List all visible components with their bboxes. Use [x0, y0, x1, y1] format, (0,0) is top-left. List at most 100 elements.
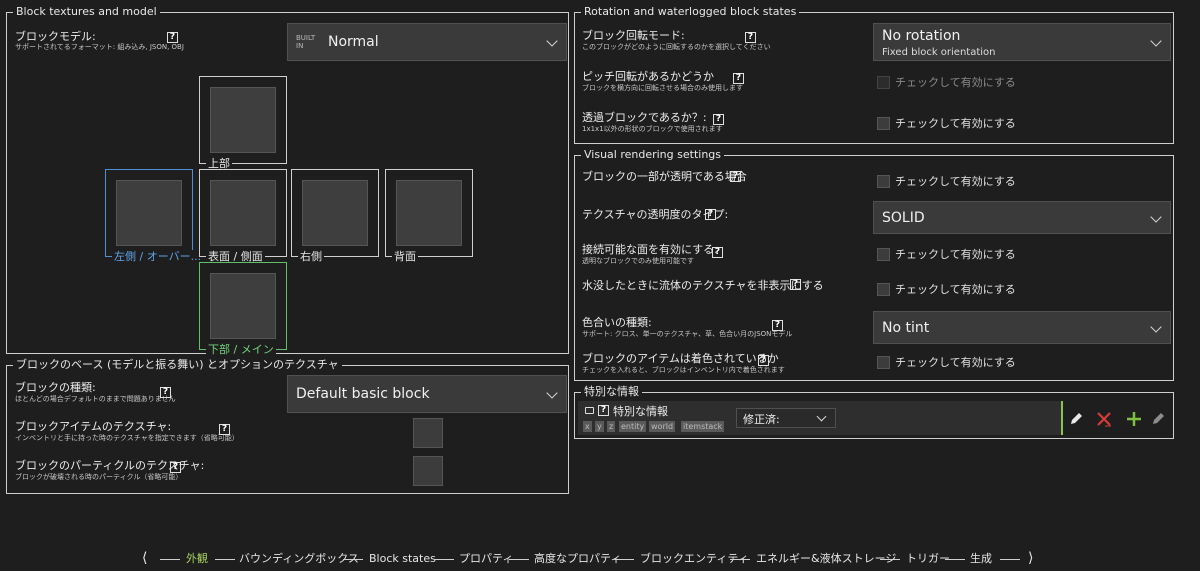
tag-y[interactable]: y — [595, 421, 604, 432]
help-icon[interactable]: ? — [772, 320, 783, 331]
chevron-down-icon — [1150, 211, 1162, 223]
tint-type-value: No tint — [882, 320, 930, 336]
rotation-mode-dropdown[interactable]: No rotation Fixed block orientation — [873, 23, 1171, 61]
connected-faces-check-label: チェックして有効にする — [895, 248, 1016, 261]
rotation-panel: Rotation and waterlogged block states ブロ… — [574, 5, 1174, 144]
tag-x[interactable]: x — [583, 421, 592, 432]
hide-fluid-label: 水没したときに流体のテクスチャを非表示にする — [582, 279, 824, 292]
block-type-sublabel: ほとんどの場合デフォルトのままで問題ありません — [15, 395, 176, 403]
transparent-block-checkbox[interactable] — [877, 117, 890, 130]
help-icon[interactable]: ? — [170, 462, 181, 473]
connected-faces-sublabel: 透明なブロックでのみ使用可能です — [582, 257, 694, 265]
hide-fluid-checkbox[interactable] — [877, 283, 890, 296]
texture-slot-bottom[interactable]: 下部 / メイン — [199, 262, 287, 356]
help-icon[interactable]: ? — [730, 171, 741, 182]
texture-slot-right[interactable]: 右側 — [291, 169, 379, 263]
item-tinted-checkbox[interactable] — [877, 356, 890, 369]
block-type-value: Default basic block — [296, 386, 430, 402]
tag-world[interactable]: world — [649, 421, 676, 432]
item-texture-slot[interactable] — [413, 418, 443, 448]
help-icon[interactable]: ? — [705, 209, 716, 220]
help-icon[interactable]: ? — [733, 73, 744, 84]
special-info-label: 特別な情報 — [613, 405, 668, 418]
tint-type-dropdown[interactable]: No tint — [873, 311, 1171, 344]
chevron-down-icon — [1150, 35, 1162, 47]
nav-step-advanced-properties[interactable]: 高度なプロパティ — [534, 552, 621, 566]
texture-slot-left[interactable]: 左側 / オーバー... — [105, 169, 204, 263]
slot-caption: 下部 / メイン — [206, 343, 276, 356]
help-icon[interactable]: ? — [745, 32, 756, 43]
chevron-down-icon — [816, 411, 827, 422]
pitch-rotation-sublabel: ブロックを横方向に回転させる場合のみ使用します — [582, 84, 743, 92]
block-base-panel: ブロックのベース (モデルと振る舞い) とオプションのテクスチャ ブロックの種類… — [6, 358, 569, 494]
partial-transparency-checkbox[interactable] — [877, 175, 890, 188]
tag-z[interactable]: z — [607, 421, 616, 432]
panel-title: ブロックのベース (モデルと振る舞い) とオプションのテクスチャ — [13, 358, 342, 372]
block-textures-panel: Block textures and model ブロックモデル: サポートされ… — [6, 5, 569, 356]
particle-texture-sublabel: ブロックが破壊される時のパーティクル（省略可能） — [15, 473, 183, 481]
model-sublabel: サポートされてるフォーマット: 組み込み, JSON, OBJ — [15, 43, 184, 51]
builtin-badge: BUILT IN — [296, 34, 316, 50]
tint-type-sublabel: サポート: クロス、単一のテクスチャ、草、色合い月のJSONモデル — [582, 330, 793, 338]
help-icon[interactable]: ? — [167, 32, 178, 43]
nav-step-bounding-box[interactable]: バウンディングボックス — [239, 552, 359, 566]
transparency-type-dropdown[interactable]: SOLID — [873, 201, 1171, 234]
step-navigation: ⟨ 外観 バウンディングボックス Block states プロパティ 高度なプ… — [0, 551, 1200, 568]
item-tinted-label: ブロックのアイテムは着色されているか — [582, 352, 779, 365]
nav-step-appearance[interactable]: 外観 — [186, 552, 208, 566]
panel-title: Block textures and model — [13, 5, 160, 19]
chevron-down-icon — [546, 35, 558, 47]
help-icon[interactable]: ? — [598, 405, 609, 416]
texture-slot-back[interactable]: 背面 — [385, 169, 473, 263]
panel-title: 特別な情報 — [581, 385, 642, 399]
chevron-down-icon — [1150, 321, 1162, 333]
slot-caption: 右側 — [298, 250, 324, 263]
pencil-icon[interactable] — [1065, 408, 1087, 430]
prev-arrow-icon[interactable]: ⟨ — [142, 551, 147, 565]
transparent-block-check-label: チェックして有効にする — [895, 117, 1016, 130]
hide-fluid-check-label: チェックして有効にする — [895, 283, 1016, 296]
nav-step-block-states[interactable]: Block states — [369, 552, 436, 566]
transparent-block-sublabel: 1x1x1以外の形状のブロックで使用されます — [582, 125, 723, 133]
connected-faces-checkbox[interactable] — [877, 248, 890, 261]
partial-transparency-label: ブロックの一部が透明である場合 — [582, 170, 747, 183]
item-texture-sublabel: インベントリと手に持った時のテクスチャを指定できます（省略可能） — [15, 434, 239, 442]
connected-faces-label: 接続可能な面を有効にする: — [582, 243, 718, 256]
chevron-down-icon — [546, 387, 558, 399]
texture-slot-top[interactable]: 上部 — [199, 76, 287, 170]
help-icon[interactable]: ? — [160, 387, 171, 398]
add-icon[interactable] — [1123, 408, 1145, 430]
tag-itemstack[interactable]: itemstack — [681, 421, 725, 432]
block-type-dropdown[interactable]: Default basic block — [287, 375, 567, 413]
texture-slot-front[interactable]: 表面 / 側面 — [199, 169, 287, 263]
model-dropdown[interactable]: BUILT IN Normal — [287, 23, 567, 61]
model-value: Normal — [328, 34, 379, 50]
transparency-type-value: SOLID — [882, 210, 925, 226]
next-arrow-icon[interactable]: ⟩ — [1028, 551, 1033, 565]
help-icon[interactable]: ? — [758, 355, 769, 366]
tint-type-label: 色合いの種類: — [582, 316, 652, 329]
edit-icon[interactable] — [1147, 408, 1169, 430]
nav-step-triggers[interactable]: トリガー — [906, 552, 950, 566]
transparent-block-label: 透過ブロックであるか？: — [582, 111, 707, 124]
item-texture-label: ブロックアイテムのテクスチャ: — [15, 420, 172, 433]
rotation-mode-value-sub: Fixed block orientation — [882, 47, 996, 58]
help-icon[interactable]: ? — [790, 279, 801, 290]
help-icon[interactable]: ? — [219, 424, 230, 435]
nav-step-properties[interactable]: プロパティ — [459, 552, 513, 566]
nav-step-energy-fluid[interactable]: エネルギー&液体ストレージ — [756, 552, 896, 566]
pitch-rotation-checkbox[interactable] — [877, 76, 890, 89]
help-icon[interactable]: ? — [713, 114, 724, 125]
modifier-dropdown[interactable]: 修正済: — [736, 408, 836, 428]
visual-rendering-panel: Visual rendering settings ブロックの一部が透明である場… — [574, 148, 1174, 381]
delete-icon[interactable] — [1093, 408, 1115, 430]
rotation-mode-sublabel: このブロックがどのように回転するのかを選択してください — [582, 43, 771, 51]
monitor-icon — [585, 407, 594, 414]
item-tinted-sublabel: チェックを入れると、ブロックはインベントリ内で着色されます — [582, 366, 785, 374]
block-type-label: ブロックの種類: — [15, 381, 96, 394]
tag-entity[interactable]: entity — [619, 421, 647, 432]
slot-caption: 左側 / オーバー... — [112, 250, 204, 263]
particle-texture-slot[interactable] — [413, 456, 443, 486]
help-icon[interactable]: ? — [712, 247, 723, 258]
nav-step-generation[interactable]: 生成 — [970, 552, 992, 566]
